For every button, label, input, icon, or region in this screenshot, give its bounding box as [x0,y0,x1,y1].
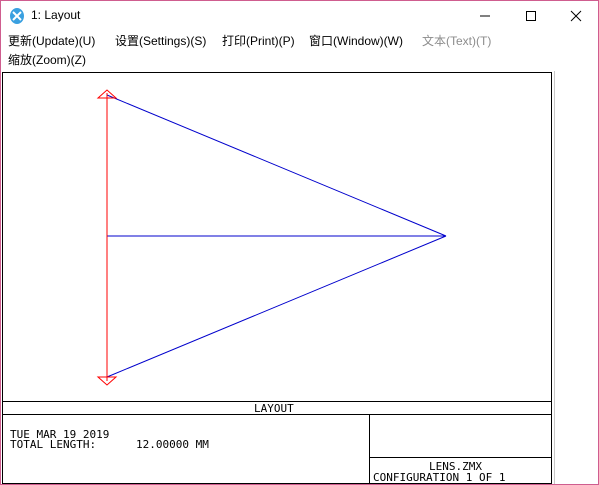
menu-text[interactable]: 文本(Text)(T) [422,32,491,51]
menu-window[interactable]: 窗口(Window)(W) [309,32,403,51]
menu-zoom[interactable]: 缩放(Zoom)(Z) [8,51,86,70]
configuration-label: CONFIGURATION 1 OF 1 [373,471,506,484]
layout-window: 1: Layout 更新(Update)(U) 设置(Settings)(S) … [0,0,599,485]
ray-upper [106,94,447,237]
title-bar[interactable]: 1: Layout [1,1,598,31]
zemax-logo-icon [10,8,24,24]
ray-lower [106,235,447,378]
minimize-button[interactable] [462,1,508,31]
menu-print[interactable]: 打印(Print)(P) [222,32,295,51]
plot-frame [2,72,552,484]
menu-settings[interactable]: 设置(Settings)(S) [115,32,206,51]
menu-update[interactable]: 更新(Update)(U) [8,32,95,51]
total-length-label: TOTAL LENGTH: [10,438,97,451]
minimize-icon [480,15,490,17]
maximize-button[interactable] [508,1,554,31]
plot-caption: LAYOUT [254,402,294,415]
close-button[interactable] [553,1,599,31]
total-length-value: 12.00000 MM [136,438,209,451]
maximize-icon [526,11,536,21]
menu-bar: 更新(Update)(U) 设置(Settings)(S) 打印(Print)(… [1,31,598,71]
layout-plot-area: LAYOUT TUE MAR 19 2019 TOTAL LENGTH: 12.… [1,71,555,484]
layout-drawing [2,72,552,484]
window-title: 1: Layout [31,8,81,22]
close-icon [570,10,582,22]
